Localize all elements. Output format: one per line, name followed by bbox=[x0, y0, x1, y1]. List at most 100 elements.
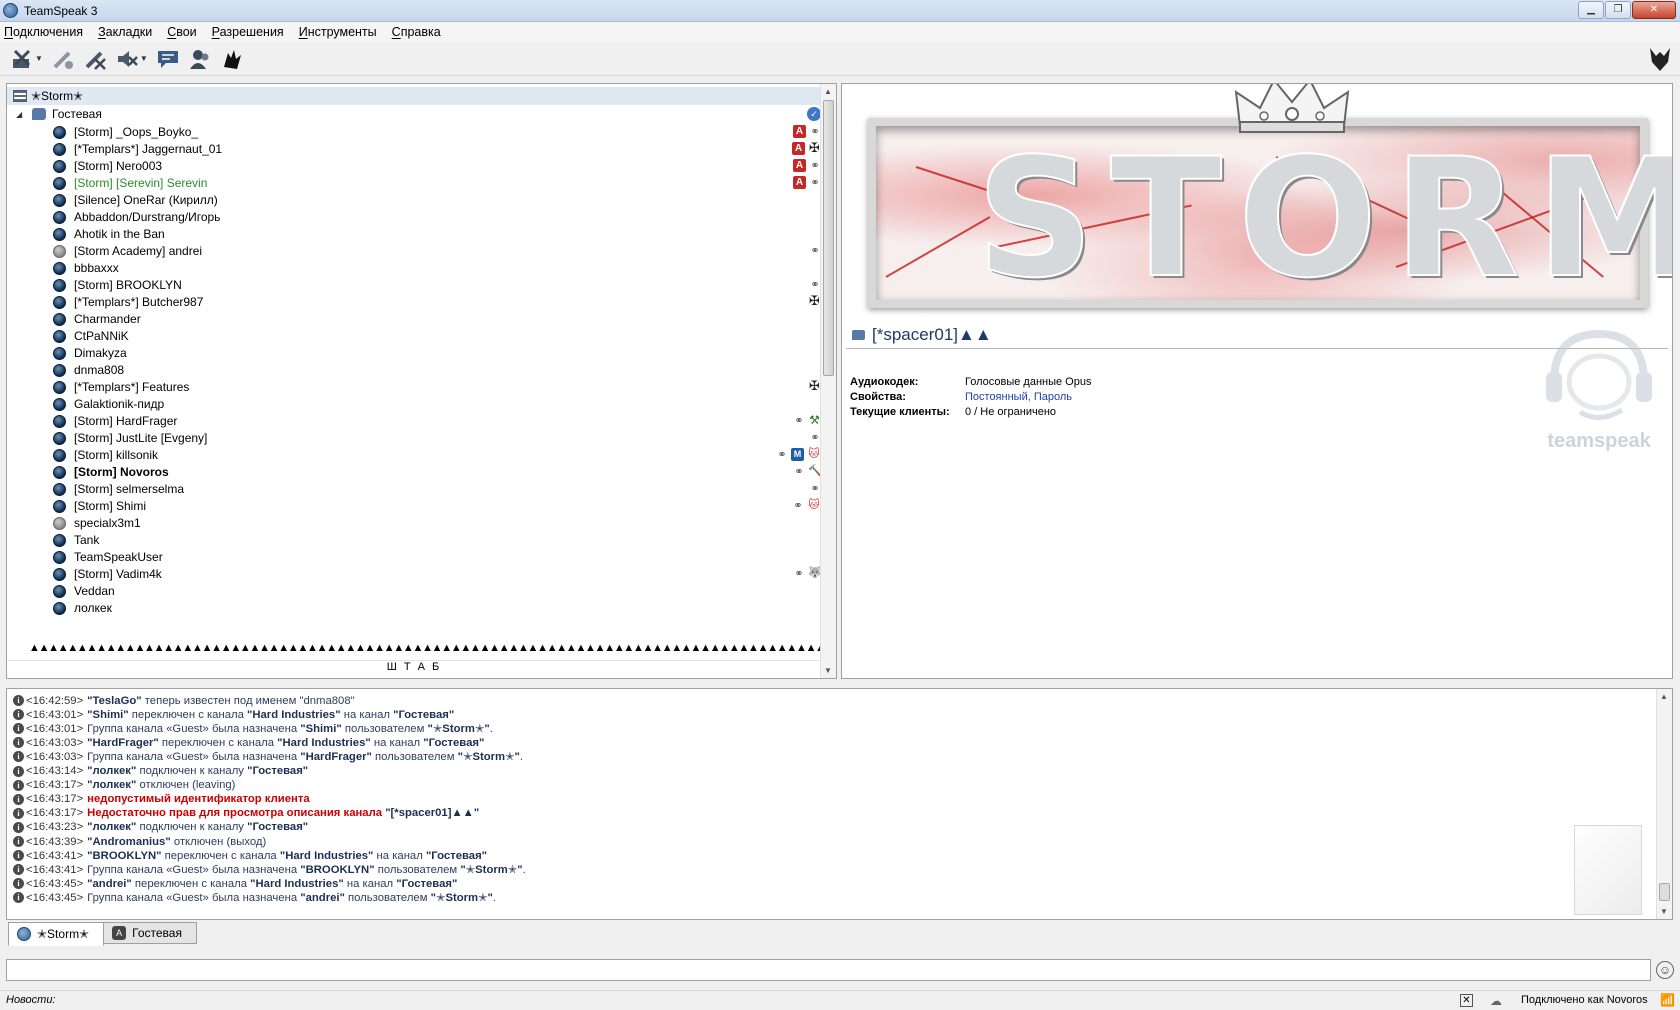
user-row[interactable]: [Storm] Shimi ⚭ 🐱 bbox=[7, 497, 821, 515]
close-button[interactable]: ✕ bbox=[1632, 1, 1676, 19]
user-row[interactable]: [Storm Academy] andrei ⚭ bbox=[7, 242, 821, 260]
scroll-up-icon[interactable]: ▲ bbox=[824, 87, 832, 96]
log-line: i <16:43:41> Группа канала «Guest» была на… bbox=[13, 862, 526, 877]
scroll-up-icon[interactable]: ▲ bbox=[1660, 692, 1668, 701]
user-row[interactable]: TeamSpeakUser bbox=[7, 548, 821, 566]
mute-speakers-button[interactable]: ▼ bbox=[115, 46, 148, 72]
user-status-icon bbox=[53, 568, 66, 581]
log-text: на канал bbox=[373, 849, 426, 862]
user-name: [Storm Academy] andrei bbox=[74, 244, 203, 258]
user-row[interactable]: [*Templars*] Butcher987 ✠ bbox=[7, 293, 821, 311]
user-status-icon bbox=[53, 585, 66, 598]
user-row[interactable]: specialx3m1 bbox=[7, 514, 821, 532]
user-row[interactable]: Abbaddon/Durstrang/Игорь bbox=[7, 208, 821, 226]
user-row[interactable]: [Storm] Vadim4k ⚭ 🐺 bbox=[7, 565, 822, 583]
log-text: подключен к каналу bbox=[136, 765, 248, 777]
tree-scrollbar[interactable]: ▲ ▼ bbox=[820, 84, 836, 678]
user-name: [Storm] Novoros bbox=[74, 465, 169, 479]
contacts-button[interactable] bbox=[188, 46, 212, 72]
user-name: dnma808 bbox=[74, 363, 125, 377]
log-text: . bbox=[489, 722, 493, 735]
user-row[interactable]: [Storm] Novoros ⚭ 🔨 bbox=[7, 463, 822, 481]
user-row[interactable]: лолкек bbox=[7, 599, 821, 617]
scroll-down-icon[interactable]: ▼ bbox=[824, 666, 832, 675]
user-row[interactable]: dnma808 bbox=[7, 361, 821, 379]
disconnect-button[interactable]: ▼ bbox=[10, 46, 43, 72]
log-text: на канал bbox=[340, 708, 394, 721]
user-row[interactable]: Tank bbox=[7, 531, 821, 549]
tab-server[interactable]: ✭Storm✭ bbox=[8, 922, 105, 946]
user-row[interactable]: [*Templars*] Features ✠ bbox=[7, 378, 821, 396]
menu-permissions[interactable]: Разрешения bbox=[212, 25, 284, 39]
maximize-button[interactable]: ❐ bbox=[1605, 1, 1631, 19]
mute-speakers-icon bbox=[117, 50, 138, 67]
close-news-icon[interactable]: ✕ bbox=[1460, 994, 1473, 1007]
scroll-thumb[interactable] bbox=[1659, 883, 1670, 901]
user-row[interactable]: [Storm] [Serevin] Serevin A ⚭ bbox=[7, 174, 821, 192]
channel-row[interactable]: ◢ Гостевая ✓ bbox=[7, 105, 821, 123]
scroll-thumb[interactable] bbox=[823, 100, 834, 376]
wolf-head-button[interactable] bbox=[1648, 46, 1672, 75]
user-row[interactable]: [Storm] Nero003 A ⚭ bbox=[7, 157, 821, 175]
chat-button[interactable] bbox=[156, 46, 180, 72]
user-badges: A ⚭ bbox=[793, 125, 821, 138]
log-line: i <16:43:41> "BROOKLYN" переключен с канал… bbox=[13, 848, 487, 863]
collapse-arrow-icon[interactable]: ◢ bbox=[16, 110, 22, 119]
menu-connections[interactable]: Подключения bbox=[4, 25, 83, 39]
notepad-decoration bbox=[1574, 825, 1642, 915]
kitty-badge-icon: 🐱 bbox=[808, 448, 820, 460]
emoticon-button[interactable]: ☺ bbox=[1656, 961, 1674, 979]
dropdown-caret-icon[interactable]: ▼ bbox=[35, 54, 43, 63]
menu-bookmarks[interactable]: Закладки bbox=[98, 25, 152, 39]
hq-channel[interactable]: Ш Т А Б bbox=[7, 660, 821, 678]
info-icon: i bbox=[13, 850, 24, 862]
user-row[interactable]: [Storm] BROOKLYN ⚭ bbox=[7, 276, 821, 294]
chat-input[interactable] bbox=[6, 959, 1651, 981]
user-row[interactable]: [Storm] JustLite [Evgeny] ⚭ bbox=[7, 429, 821, 447]
user-row[interactable]: bbbaxxx bbox=[7, 259, 821, 277]
user-row[interactable]: Dimakyza bbox=[7, 344, 821, 362]
user-status-icon bbox=[53, 432, 66, 445]
user-row[interactable]: [Storm] selmerselma ⚭ bbox=[7, 480, 821, 498]
property-row: Аудиокодек: Голосовые данные Opus bbox=[850, 374, 1091, 389]
user-row[interactable]: [Storm] killsonik ⚭ M 🐱 bbox=[7, 446, 821, 464]
log-scrollbar[interactable]: ▲ ▼ bbox=[1656, 689, 1672, 919]
user-row[interactable]: [Storm] _Oops_Boyko_ A ⚭ bbox=[7, 123, 821, 141]
log-timestamp: <16:43:45> bbox=[26, 891, 84, 904]
user-row[interactable]: CtPaNNiK bbox=[7, 327, 821, 345]
away-button[interactable] bbox=[51, 46, 75, 72]
menu-help[interactable]: Справка bbox=[392, 25, 441, 39]
chat-log[interactable]: i <16:42:59> "TeslaGo" теперь известен под… bbox=[6, 688, 1673, 920]
info-icon: i bbox=[13, 892, 24, 904]
info-icon: i bbox=[13, 737, 24, 749]
channel-tree[interactable]: ✭Storm✭ ◢ Гостевая ✓ [Storm] _Oops_Boyko… bbox=[6, 83, 837, 679]
log-line: i <16:43:03> Группа канала «Guest» была на… bbox=[13, 749, 523, 764]
log-text: пользователем bbox=[341, 722, 428, 735]
mute-microphone-button[interactable] bbox=[83, 46, 107, 72]
user-row[interactable]: [Silence] OneRar (Кирилл) bbox=[7, 191, 821, 209]
server-row[interactable]: ✭Storm✭ bbox=[7, 87, 821, 105]
user-row[interactable]: Charmander bbox=[7, 310, 821, 328]
minimize-button[interactable]: ▁ bbox=[1578, 1, 1604, 19]
menu-self[interactable]: Свои bbox=[167, 25, 196, 39]
wolf-plugin-button[interactable] bbox=[220, 46, 244, 72]
property-value-link[interactable]: Постоянный, Пароль bbox=[965, 391, 1072, 403]
menu-tools[interactable]: Инструменты bbox=[299, 25, 377, 39]
user-row[interactable]: Veddan bbox=[7, 582, 821, 600]
user-row[interactable]: [*Templars*] Jaggernaut_01 A ✠ bbox=[7, 140, 821, 158]
user-row[interactable]: Ahotik in the Ban bbox=[7, 225, 821, 243]
log-line: i <16:43:03> "HardFrager" переключен с кан… bbox=[13, 735, 484, 750]
log-error: Недостаточно прав для просмотра описания… bbox=[87, 807, 386, 820]
auth-badge-icon: A bbox=[793, 159, 806, 172]
spacer-channel[interactable]: ▲▲▲▲▲▲▲▲▲▲▲▲▲▲▲▲▲▲▲▲▲▲▲▲▲▲▲▲▲▲▲▲▲▲▲▲▲▲▲▲… bbox=[29, 642, 821, 660]
dropdown-caret-icon[interactable]: ▼ bbox=[140, 54, 148, 63]
user-row[interactable]: [Storm] HardFrager ⚭ ⚒ bbox=[7, 412, 821, 430]
scroll-down-icon[interactable]: ▼ bbox=[1660, 907, 1668, 916]
channel-icon bbox=[852, 330, 865, 340]
smiley-icon: ☺ bbox=[1658, 963, 1672, 977]
log-entity: "Гостевая" bbox=[396, 877, 458, 890]
log-entity: "TeslaGo" bbox=[87, 694, 142, 707]
log-text: подключен к каналу bbox=[136, 821, 248, 834]
user-row[interactable]: Galaktionik-пидр bbox=[7, 395, 821, 413]
tab-channel[interactable]: A Гостевая bbox=[103, 922, 197, 944]
